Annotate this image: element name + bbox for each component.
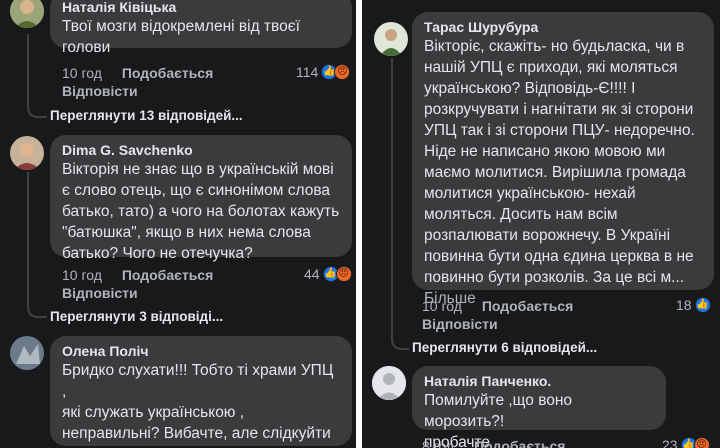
- comment-text: Вікторія не знає що в українській мові є…: [62, 161, 340, 262]
- reactions-summary[interactable]: 44 👍 😠: [304, 266, 352, 282]
- thread-line: [391, 58, 409, 350]
- angry-reaction-icon: 😠: [693, 437, 710, 448]
- comment-bubble: Тарас Шурубура Вікторіє, скажіть- но буд…: [412, 12, 714, 307]
- comment-author[interactable]: Тарас Шурубура: [424, 18, 702, 36]
- avatar[interactable]: [10, 136, 44, 170]
- comment-time[interactable]: 8 год: [422, 437, 454, 448]
- comment-bubble: Наталія Ківіцька Твої мозги відокремлені…: [50, 0, 352, 56]
- comment-actions: 10 год Подобається: [62, 64, 213, 82]
- view-replies-link[interactable]: Переглянути 13 відповідей...: [50, 108, 243, 123]
- comment-text: Твої мозги відокремлені від твоєї голови: [62, 18, 300, 56]
- reaction-count: 44: [304, 266, 320, 282]
- reply-button[interactable]: Відповісти: [62, 82, 138, 100]
- comment-actions: 10 год Подобається: [422, 297, 573, 315]
- thread-line: [27, 172, 47, 318]
- comment-author[interactable]: Dima G. Savchenko: [62, 141, 340, 159]
- comment-actions: 10 год Подобається: [62, 266, 213, 284]
- comment-time[interactable]: 10 год: [62, 64, 102, 82]
- comment-actions: 8 год Подобається: [422, 437, 565, 448]
- avatar[interactable]: [10, 0, 44, 28]
- angry-reaction-icon: 😠: [334, 64, 351, 80]
- comment-bubble: Наталія Панченко. Помилуйте ,що воно мор…: [412, 366, 666, 448]
- like-button[interactable]: Подобається: [474, 437, 565, 448]
- reply-button[interactable]: Відповісти: [422, 315, 498, 333]
- comment-text: Бридко слухати!!! Тобто ті храми УПЦ , я…: [62, 362, 334, 448]
- right-comments-panel: Тарас Шурубура Вікторіє, скажіть- но буд…: [362, 0, 720, 448]
- comment-author[interactable]: Наталія Ківіцька: [62, 0, 340, 16]
- reaction-count: 18: [676, 297, 692, 313]
- angry-reaction-icon: 😠: [335, 266, 352, 282]
- like-button[interactable]: Подобається: [122, 64, 213, 82]
- reactions-summary[interactable]: 23 👍 😠: [662, 437, 710, 448]
- reaction-count: 114: [296, 64, 319, 80]
- comment-author[interactable]: Олена Поліч: [62, 342, 340, 360]
- avatar[interactable]: [372, 366, 406, 400]
- comment-bubble: Dima G. Savchenko Вікторія не знає що в …: [50, 135, 352, 262]
- view-replies-link[interactable]: Переглянути 6 відповідей...: [412, 340, 597, 355]
- comment-time[interactable]: 10 год: [422, 297, 462, 315]
- comment-author[interactable]: Наталія Панченко.: [424, 372, 654, 390]
- reactions-summary[interactable]: 18 👍: [676, 297, 711, 313]
- like-button[interactable]: Подобається: [122, 266, 213, 284]
- comment-time[interactable]: 10 год: [62, 266, 102, 284]
- like-button[interactable]: Подобається: [482, 297, 573, 315]
- reply-button[interactable]: Відповісти: [62, 284, 138, 302]
- reaction-count: 23: [662, 437, 678, 448]
- reactions-summary[interactable]: 114 👍 😠: [296, 64, 351, 80]
- avatar[interactable]: [10, 336, 44, 370]
- comment-text: Вікторіє, скажіть- но будьласка, чи в на…: [424, 38, 695, 286]
- view-replies-link[interactable]: Переглянути 3 відповіді...: [50, 309, 223, 324]
- thread-line: [27, 34, 47, 118]
- avatar[interactable]: [374, 22, 408, 56]
- comment-bubble: Олена Поліч Бридко слухати!!! Тобто ті х…: [50, 336, 352, 448]
- like-reaction-icon: 👍: [694, 297, 711, 313]
- left-comments-panel: Наталія Ківіцька Твої мозги відокремлені…: [0, 0, 356, 448]
